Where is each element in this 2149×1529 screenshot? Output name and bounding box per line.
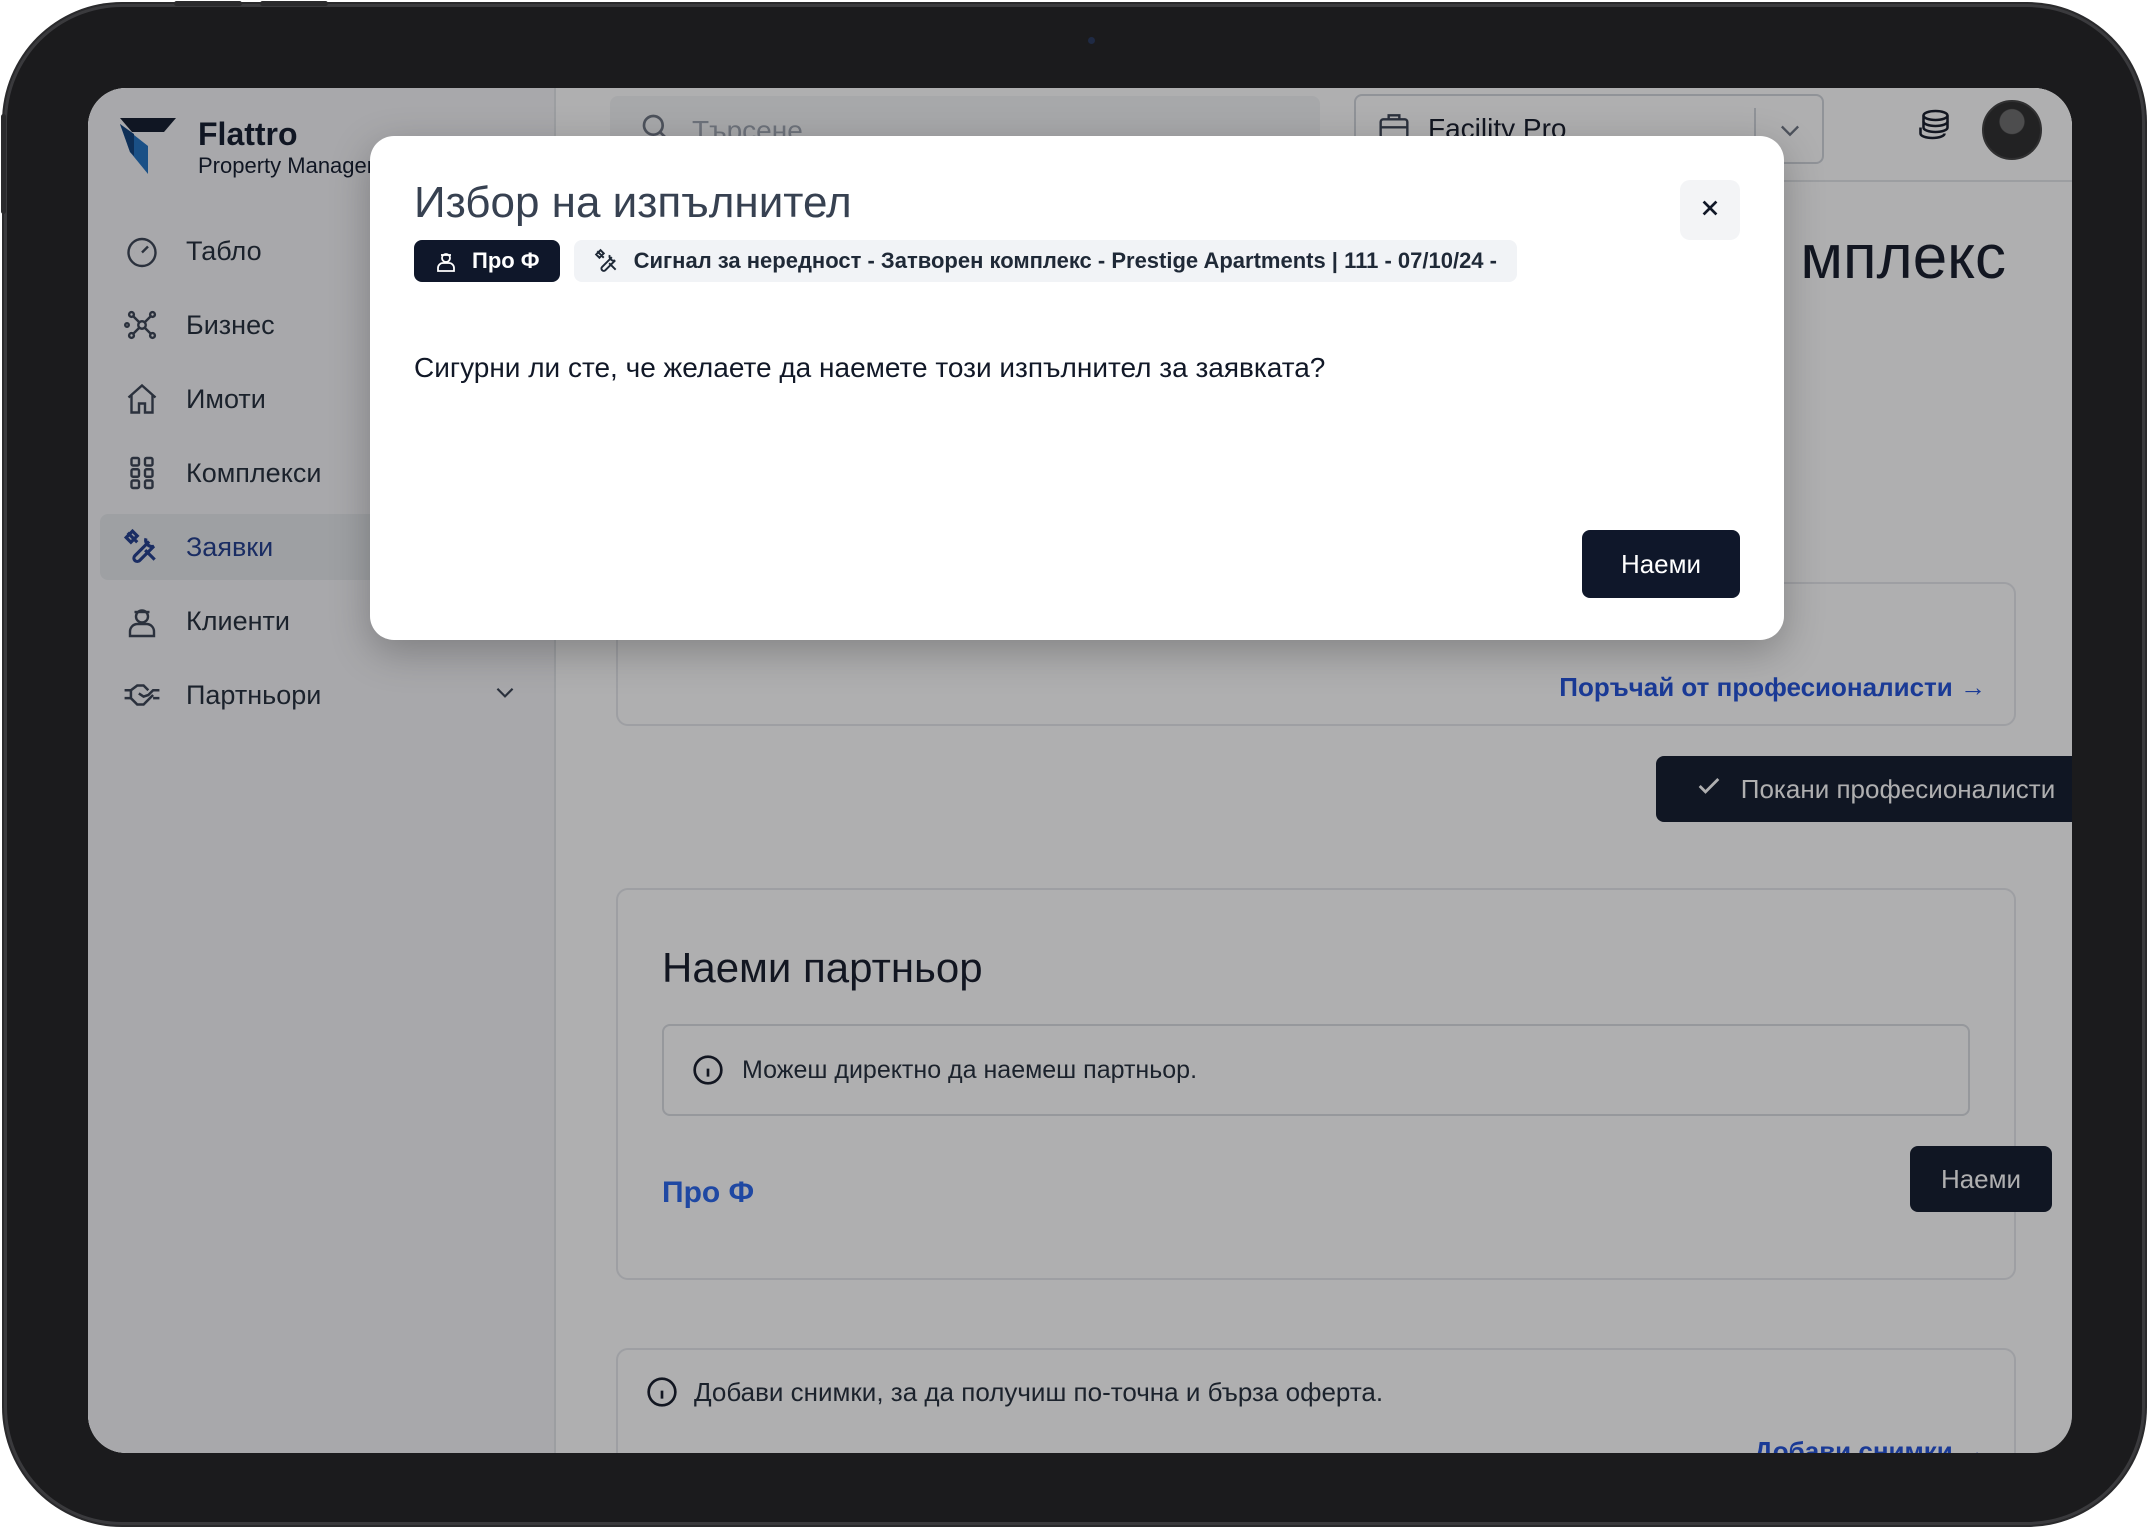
close-icon [1699, 197, 1721, 224]
tablet-frame: Flattro Property Management Табло Бизнес [1, 1, 2145, 1525]
dialog-message: Сигурни ли сте, че желаете да наемете то… [414, 352, 1326, 383]
dialog-chips: Про Ф Сигнал за нередност - Затворен ком… [414, 240, 1531, 282]
request-chip-label: Сигнал за нередност - Затворен комплекс … [633, 248, 1497, 273]
confirm-hire-button[interactable]: Наеми [1582, 530, 1740, 598]
worker-icon [434, 249, 458, 273]
dialog-title: Избор на изпълнител [414, 178, 852, 227]
screen: Flattro Property Management Табло Бизнес [88, 88, 2072, 1453]
request-chip: Сигнал за нередност - Затворен комплекс … [573, 240, 1517, 282]
select-contractor-dialog: Избор на изпълнител Про Ф Сигнал за нере… [370, 136, 1784, 640]
tools-icon [594, 248, 620, 274]
front-camera [1088, 37, 1095, 44]
close-button[interactable] [1680, 180, 1740, 240]
contractor-chip-label: Про Ф [472, 248, 540, 273]
contractor-chip: Про Ф [414, 240, 560, 282]
